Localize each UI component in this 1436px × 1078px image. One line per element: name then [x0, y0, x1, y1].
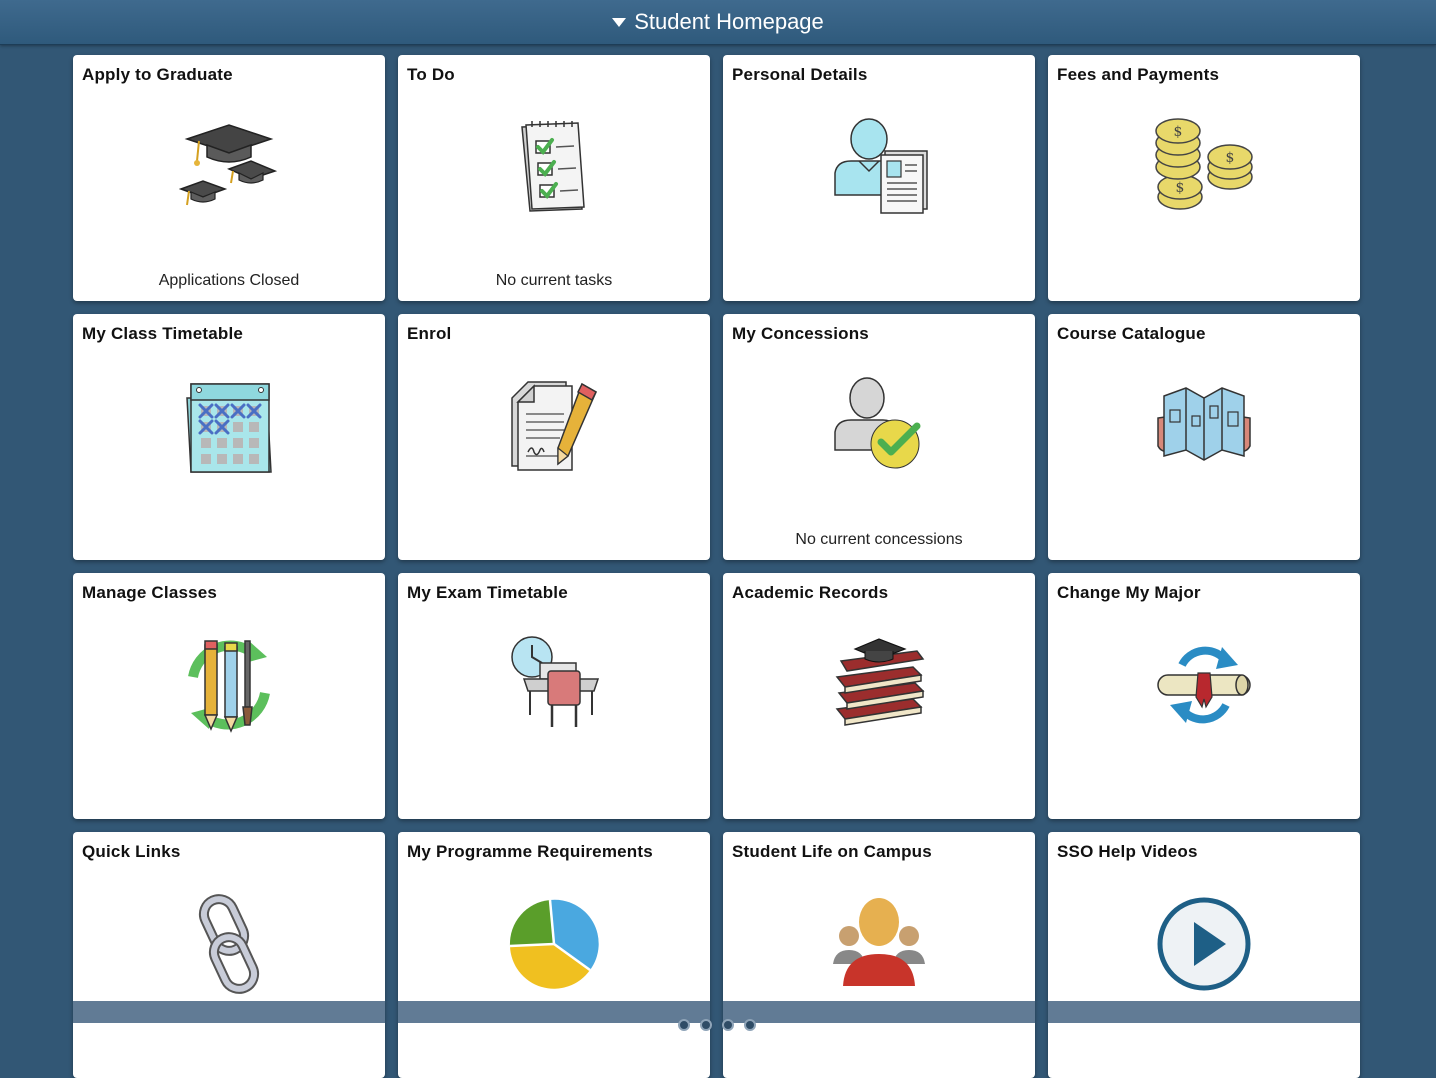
page-indicator — [678, 1019, 756, 1031]
tile-apply-to-graduate[interactable]: Apply to Graduate Applications Closed — [73, 55, 385, 301]
document-pencil-icon — [511, 381, 597, 471]
tile-my-concessions[interactable]: My Concessions No current concessions — [723, 314, 1035, 560]
pie-chart-icon — [509, 899, 599, 989]
svg-text:$: $ — [1174, 124, 1183, 140]
tile-status: Applications Closed — [158, 272, 300, 289]
tile-student-life-on-campus[interactable]: Student Life on Campus — [723, 832, 1035, 1078]
page-dot-1[interactable] — [678, 1019, 690, 1031]
tile-course-catalogue[interactable]: Course Catalogue — [1048, 314, 1360, 560]
tile-manage-classes[interactable]: Manage Classes — [73, 573, 385, 819]
page-dot-4[interactable] — [744, 1019, 756, 1031]
tile-title: SSO Help Videos — [1057, 842, 1198, 861]
tile-title: Change My Major — [1057, 583, 1201, 602]
tile-title: Student Life on Campus — [732, 842, 932, 861]
page-dot-2[interactable] — [700, 1019, 712, 1031]
tile-fees-and-payments[interactable]: Fees and Payments $ $ $ — [1048, 55, 1360, 301]
diploma-refresh-icon — [1157, 646, 1251, 724]
tile-status: No current tasks — [495, 272, 613, 289]
chain-link-icon — [198, 894, 260, 994]
tile-title: Personal Details — [732, 65, 868, 84]
tile-title: Academic Records — [732, 583, 889, 602]
svg-text:$: $ — [1226, 150, 1235, 166]
tile-my-class-timetable[interactable]: My Class Timetable — [73, 314, 385, 560]
person-checkmark-icon — [834, 377, 921, 469]
tile-title: To Do — [407, 65, 455, 84]
tile-enrol[interactable]: Enrol — [398, 314, 710, 560]
tile-personal-details[interactable]: Personal Details — [723, 55, 1035, 301]
tile-status: No current concessions — [795, 531, 963, 548]
people-group-icon — [833, 898, 925, 986]
caret-down-icon — [612, 18, 627, 27]
tile-my-programme-requirements[interactable]: My Programme Requirements — [398, 832, 710, 1078]
tile-title: Enrol — [407, 324, 452, 343]
svg-text:$: $ — [1176, 180, 1185, 196]
tile-title: Fees and Payments — [1057, 65, 1220, 84]
tile-title: Apply to Graduate — [82, 65, 233, 84]
open-brochure-icon — [1157, 387, 1251, 461]
tile-change-my-major[interactable]: Change My Major — [1048, 573, 1360, 819]
tile-title: Quick Links — [82, 842, 181, 861]
tile-title: My Programme Requirements — [407, 842, 653, 861]
play-button-icon — [1157, 897, 1251, 991]
homepage-selector[interactable]: Student Homepage — [612, 9, 824, 35]
tile-title: Course Catalogue — [1057, 324, 1206, 343]
tile-title: My Class Timetable — [82, 324, 244, 343]
tile-quick-links[interactable]: Quick Links — [73, 832, 385, 1078]
checklist-notepad-icon — [521, 121, 585, 212]
tile-title: My Concessions — [732, 324, 869, 343]
page-dot-3[interactable] — [722, 1019, 734, 1031]
graduation-caps-icon — [179, 124, 278, 206]
books-mortarboard-icon — [835, 638, 925, 726]
exam-desk-clock-icon — [511, 636, 600, 727]
tile-title: My Exam Timetable — [407, 583, 568, 602]
coins-stack-icon: $ $ $ — [1155, 118, 1253, 210]
calendar-icon — [186, 383, 272, 473]
tile-title: Manage Classes — [82, 583, 218, 602]
tile-academic-records[interactable]: Academic Records — [723, 573, 1035, 819]
pencils-recycle-icon — [188, 640, 270, 733]
tile-my-exam-timetable[interactable]: My Exam Timetable — [398, 573, 710, 819]
page-title: Student Homepage — [634, 9, 824, 34]
person-profile-document-icon — [834, 118, 928, 214]
tile-sso-help-videos[interactable]: SSO Help Videos — [1048, 832, 1360, 1078]
page-header: Student Homepage — [0, 0, 1436, 45]
tile-to-do[interactable]: To Do No current tasks — [398, 55, 710, 301]
